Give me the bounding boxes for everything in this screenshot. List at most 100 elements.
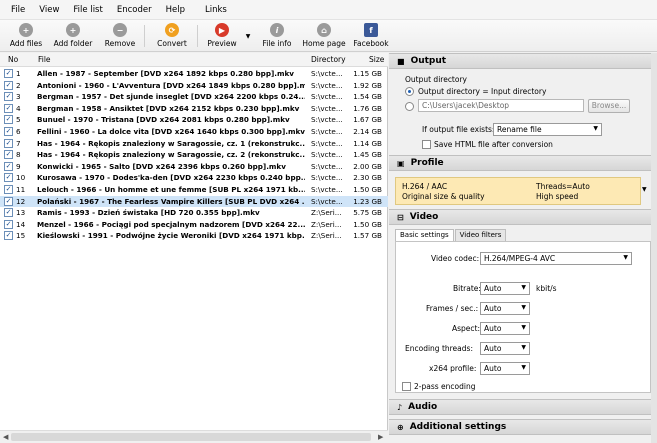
scroll-right-icon[interactable]: ▶ [378,433,383,441]
preview-dropdown[interactable]: ▼ [244,21,252,51]
vertical-scrollbar[interactable] [651,53,657,443]
output-title: Output [410,56,447,66]
row-size: 1.14 GB [353,138,382,148]
menu-encoder[interactable]: Encoder [110,5,159,15]
table-row[interactable]: ✓ 12 Polański - 1967 - The Fearless Vampir… [0,195,388,208]
menu-view[interactable]: View [32,5,66,15]
table-row[interactable]: ✓ 6 Fellini - 1960 - La dolce vita [DVD x2… [0,126,388,138]
row-file-name: Bunuel - 1970 - Tristana [DVD x264 2081 … [37,115,290,125]
row-number: 5 [16,115,21,125]
table-row[interactable]: ✓ 13 Ramis - 1993 - Dzień świstaka [HD 720… [0,207,388,219]
row-checkbox[interactable]: ✓ [4,231,13,241]
convert-button[interactable]: ⟳ Convert [154,21,190,51]
add-folder-button[interactable]: + Add folder [52,21,94,51]
profile-section-header[interactable]: ▣ Profile [389,155,657,171]
profile-selector[interactable]: H.264 / AAC Threads=Auto Original size &… [395,177,641,205]
file-info-button[interactable]: i File info [262,21,292,51]
remove-button[interactable]: − Remove [104,21,136,51]
row-checkbox[interactable]: ✓ [4,92,13,102]
table-row[interactable]: ✓ 15 Kieślowski - 1991 - Podwójne życie We… [0,230,388,242]
audio-section-header[interactable]: ♪ Audio [389,399,657,415]
bitrate-value: Auto [484,284,502,293]
facebook-button[interactable]: f Facebook [353,21,389,51]
column-no[interactable]: No [8,55,18,64]
column-file[interactable]: File [38,55,51,64]
row-size: 1.23 GB [353,196,382,206]
table-row[interactable]: ✓ 14 Menzel - 1966 - Pociągi pod specjalny… [0,219,388,231]
column-size[interactable]: Size [369,55,384,64]
output-path-field[interactable]: C:\Users\jacek\Desktop [418,99,584,112]
row-checkbox[interactable]: ✓ [4,126,13,136]
table-row[interactable]: ✓ 2 Antonioni - 1960 - L'Avventura [DVD x2… [0,80,388,92]
bitrate-select[interactable]: Auto ▼ [480,282,530,295]
table-row[interactable]: ✓ 1 Allen - 1987 - September [DVD x264 189… [0,68,388,80]
row-directory: S:\vcte... [311,161,343,171]
additional-settings-header[interactable]: ⊕ Additional settings [389,419,657,435]
radio-same-directory[interactable] [405,87,414,96]
tab-basic-settings[interactable]: Basic settings [395,229,454,241]
row-directory: S:\vcte... [311,196,343,206]
column-directory[interactable]: Directory [311,55,346,64]
video-codec-select[interactable]: H.264/MPEG-4 AVC ▼ [480,252,632,265]
row-size: 1.54 GB [353,92,382,102]
row-checkbox[interactable]: ✓ [4,138,13,148]
output-section-header[interactable]: ■ Output [389,53,657,69]
table-row[interactable]: ✓ 9 Konwicki - 1965 - Salto [DVD x264 2396… [0,161,388,173]
table-row[interactable]: ✓ 10 Kurosawa - 1970 - Dodes'ka-den [DVD x… [0,172,388,184]
table-row[interactable]: ✓ 5 Bunuel - 1970 - Tristana [DVD x264 208… [0,114,388,126]
add-files-button[interactable]: + Add files [8,21,44,51]
row-directory: S:\vcte... [311,138,343,148]
table-row[interactable]: ✓ 8 Has - 1964 - Rękopis znaleziony w Sara… [0,149,388,161]
bitrate-unit: kbit/s [536,284,557,293]
row-checkbox[interactable]: ✓ [4,161,13,171]
row-checkbox[interactable]: ✓ [4,219,13,229]
encoding-threads-select[interactable]: Auto ▼ [480,342,530,355]
row-size: 1.76 GB [353,103,382,113]
if-exists-value: Rename file [497,125,542,134]
table-row[interactable]: ✓ 7 Has - 1964 - Rękopis znaleziony w Sara… [0,138,388,150]
plus-icon: + [66,23,80,37]
additional-settings-title: Additional settings [409,422,507,432]
row-checkbox[interactable]: ✓ [4,208,13,218]
two-pass-label: 2-pass encoding [414,382,476,391]
scroll-left-icon[interactable]: ◀ [3,433,8,441]
radio-custom-directory[interactable] [405,102,414,111]
row-checkbox[interactable]: ✓ [4,150,13,160]
row-file-name: Fellini - 1960 - La dolce vita [DVD x264… [37,126,305,136]
table-row[interactable]: ✓ 3 Bergman - 1957 - Det sjunde inseglet [… [0,91,388,103]
table-row[interactable]: ✓ 11 Lelouch - 1966 - Un homme et une femm… [0,184,388,196]
browse-button[interactable]: Browse... [588,99,630,113]
save-html-checkbox[interactable] [422,140,431,149]
profile-dropdown-icon[interactable]: ▼ [642,186,647,193]
fps-label: Frames / sec.: [426,304,479,313]
row-checkbox[interactable]: ✓ [4,115,13,125]
aspect-select[interactable]: Auto ▼ [480,322,530,335]
home-page-button[interactable]: ⌂ Home page [302,21,346,51]
row-checkbox[interactable]: ✓ [4,80,13,90]
row-checkbox[interactable]: ✓ [4,196,13,206]
home-page-label: Home page [302,39,346,48]
row-size: 1.57 GB [353,231,382,241]
scrollbar-thumb[interactable] [11,433,371,441]
menu-file-list[interactable]: File list [66,5,109,15]
video-section-header[interactable]: ⊟ Video [389,209,657,225]
x264-profile-select[interactable]: Auto ▼ [480,362,530,375]
if-exists-select[interactable]: Rename file ▼ [493,123,602,136]
preview-button[interactable]: ▶ Preview [206,21,238,51]
row-number: 1 [16,69,21,78]
profile-icon: ▣ [397,158,405,168]
tab-video-filters[interactable]: Video filters [454,229,507,241]
toolbar: + Add files + Add folder − Remove ⟳ Conv… [0,20,657,52]
table-row[interactable]: ✓ 4 Bergman - 1958 - Ansiktet [DVD x264 21… [0,103,388,115]
row-directory: S:\vcte... [311,103,343,113]
two-pass-checkbox[interactable] [402,382,411,391]
menu-file[interactable]: File [4,5,32,15]
row-checkbox[interactable]: ✓ [4,173,13,183]
row-checkbox[interactable]: ✓ [4,103,13,113]
fps-select[interactable]: Auto ▼ [480,302,530,315]
menu-help[interactable]: Help [159,5,192,15]
horizontal-scrollbar[interactable]: ◀ ▶ [0,430,388,443]
row-checkbox[interactable]: ✓ [4,184,13,194]
row-checkbox[interactable]: ✓ [4,69,13,78]
menu-links[interactable]: Links [198,5,234,15]
